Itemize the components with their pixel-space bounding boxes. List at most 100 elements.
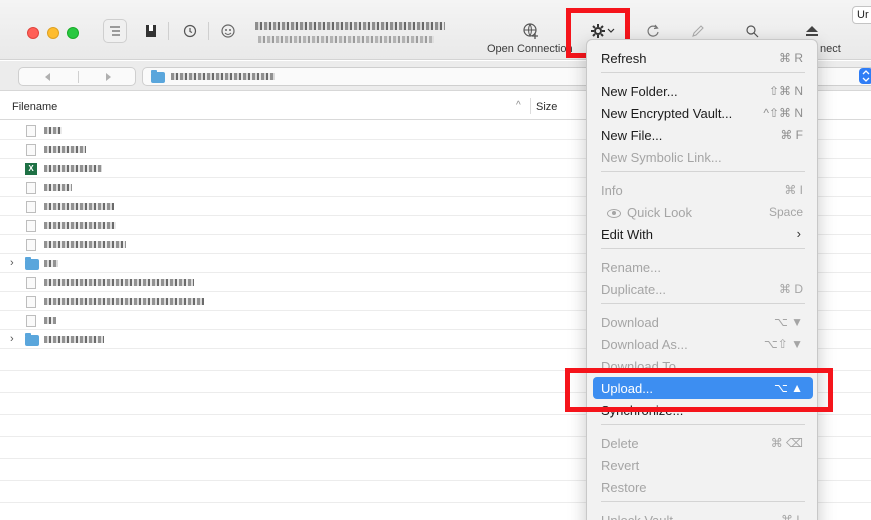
size-column-header[interactable]: Size	[536, 101, 557, 113]
menu-item-duplicate: Duplicate... ⌘ D	[593, 278, 813, 300]
menu-item-unlock-vault: Unlock Vault ⌘ L	[593, 509, 813, 520]
menu-item-shortcut: ⌘ I	[784, 183, 803, 197]
menu-item-label: New File...	[601, 128, 663, 143]
zoom-window-button[interactable]	[67, 27, 79, 39]
menu-item-shortcut: ⇧⌘ N	[768, 84, 803, 98]
sort-ascending-icon[interactable]: ^	[516, 100, 521, 111]
history-button[interactable]	[181, 19, 199, 43]
menu-item-label: Info	[601, 183, 623, 198]
filename-redacted	[44, 279, 194, 286]
menu-item-refresh[interactable]: Refresh ⌘ R	[593, 47, 813, 69]
menu-item-shortcut: ^⇧⌘ N	[763, 106, 803, 120]
folder-icon	[25, 257, 39, 270]
folder-icon	[151, 70, 165, 83]
menu-item-label: New Encrypted Vault...	[601, 106, 733, 121]
menu-item-rename: Rename...	[593, 256, 813, 278]
bonjour-button[interactable]	[219, 19, 237, 43]
search-icon	[746, 25, 759, 38]
minimize-window-button[interactable]	[47, 27, 59, 39]
disconnect-label: nect	[820, 43, 841, 55]
outline-view-button[interactable]	[103, 19, 127, 43]
column-divider[interactable]	[530, 98, 531, 114]
file-icon	[26, 144, 36, 156]
menu-item-delete: Delete ⌘ ⌫	[593, 432, 813, 454]
file-icon	[26, 201, 36, 213]
menu-item-new-symbolic-link: New Symbolic Link...	[593, 146, 813, 168]
server-subtitle-redacted	[258, 36, 434, 43]
path-dropdown-arrow[interactable]	[859, 68, 871, 84]
open-connection-button[interactable]	[519, 19, 543, 43]
filename-redacted	[44, 184, 72, 191]
menu-item-shortcut: ⌘ L	[780, 513, 803, 520]
menu-separator	[601, 501, 805, 502]
toolbar-dropdown-text: Ur	[857, 9, 869, 21]
toolbar-divider	[208, 22, 209, 40]
open-connection-label: Open Connection	[487, 43, 573, 55]
file-icon	[26, 239, 36, 251]
action-context-menu: Refresh ⌘ R New Folder... ⇧⌘ N New Encrypted…	[586, 39, 818, 520]
menu-item-new-file[interactable]: New File... ⌘ F	[593, 124, 813, 146]
menu-item-info: Info ⌘ I	[593, 179, 813, 201]
menu-separator	[601, 424, 805, 425]
menu-item-new-folder[interactable]: New Folder... ⇧⌘ N	[593, 80, 813, 102]
upload-highlight-box	[565, 368, 833, 412]
menu-separator	[601, 171, 805, 172]
file-icon	[26, 125, 36, 137]
path-text-redacted	[171, 73, 275, 80]
bookmark-icon	[146, 25, 156, 37]
refresh-icon	[647, 24, 659, 37]
menu-item-download: Download ⌥ ▼	[593, 311, 813, 333]
filename-redacted	[44, 127, 62, 134]
clock-icon	[183, 24, 197, 38]
menu-item-shortcut: ⌥⇧ ▼	[763, 337, 803, 351]
menu-item-label: Refresh	[601, 51, 647, 66]
filename-redacted	[44, 317, 56, 324]
menu-item-revert: Revert	[593, 454, 813, 476]
menu-item-label: Unlock Vault	[601, 513, 673, 520]
menu-item-shortcut: ⌘ D	[779, 282, 803, 296]
menu-item-label: Download As...	[601, 337, 688, 352]
close-window-button[interactable]	[27, 27, 39, 39]
toolbar-divider	[168, 22, 169, 40]
menu-item-label: Download	[601, 315, 659, 330]
folder-icon	[25, 333, 39, 346]
filename-redacted	[44, 260, 58, 267]
menu-item-download-as: Download As... ⌥⇧ ▼	[593, 333, 813, 355]
chevron-updown-icon	[862, 70, 870, 82]
eject-icon	[806, 26, 818, 36]
file-icon	[26, 220, 36, 232]
disclosure-chevron-icon[interactable]: ›	[10, 257, 14, 269]
filename-redacted	[44, 165, 102, 172]
pencil-icon	[692, 25, 704, 37]
submenu-chevron-icon: ›	[796, 226, 801, 241]
menu-separator	[601, 72, 805, 73]
file-icon	[26, 296, 36, 308]
menu-item-label: New Symbolic Link...	[601, 150, 722, 165]
back-arrow-icon[interactable]	[43, 72, 53, 82]
menu-item-label: Edit With	[601, 227, 654, 242]
globe-plus-icon	[523, 23, 538, 39]
menu-item-label: Revert	[601, 458, 640, 473]
toolbar-dropdown-partial[interactable]: Ur	[852, 6, 871, 24]
menu-item-label: Rename...	[601, 260, 661, 275]
file-icon	[26, 277, 36, 289]
filename-redacted	[44, 203, 114, 210]
menu-item-label: Delete	[601, 436, 639, 451]
file-browser-window: Open Connection nect Ur Filename ^ Size …	[0, 0, 871, 520]
menu-item-quick-look: Quick Look Space	[593, 201, 813, 223]
filename-redacted	[44, 241, 126, 248]
file-icon	[26, 315, 36, 327]
forward-arrow-icon[interactable]	[103, 72, 113, 82]
bookmarks-button[interactable]	[143, 19, 159, 43]
filename-redacted	[44, 146, 86, 153]
menu-separator	[601, 303, 805, 304]
filename-redacted	[44, 222, 116, 229]
outline-icon	[110, 26, 120, 36]
menu-item-edit-with[interactable]: Edit With ›	[593, 223, 813, 245]
menu-separator	[601, 248, 805, 249]
menu-item-new-encrypted-vault[interactable]: New Encrypted Vault... ^⇧⌘ N	[593, 102, 813, 124]
disclosure-chevron-icon[interactable]: ›	[10, 333, 14, 345]
menu-item-shortcut: Space	[768, 205, 803, 219]
filename-column-header[interactable]: Filename	[12, 101, 57, 113]
menu-item-shortcut: ⌘ ⌫	[770, 436, 803, 450]
